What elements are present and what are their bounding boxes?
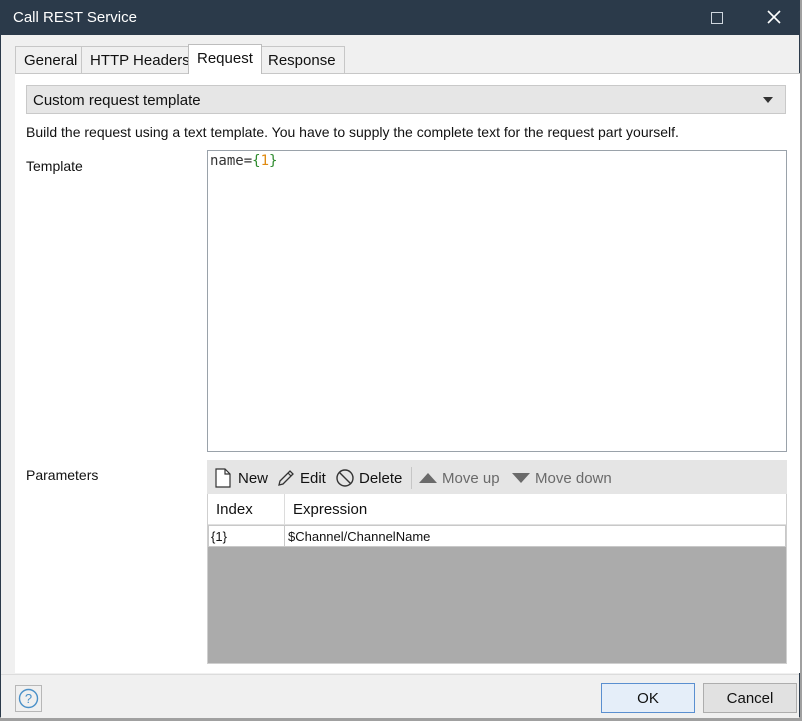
cancel-button[interactable]: Cancel [703, 683, 797, 713]
move-up-button[interactable]: Move up [418, 466, 506, 490]
dialog-footer: ? OK Cancel [1, 674, 799, 718]
parameters-toolbar: New Edit Delete Move up Move down [207, 460, 787, 494]
help-button[interactable]: ? [15, 685, 42, 712]
edit-button[interactable]: Edit [276, 466, 330, 490]
template-param-number: 1 [260, 153, 270, 169]
request-mode-value: Custom request template [33, 92, 201, 109]
request-mode-dropdown[interactable]: Custom request template [26, 85, 786, 114]
tab-request[interactable]: Request [188, 44, 262, 74]
help-icon: ? [18, 688, 39, 709]
maximize-icon[interactable] [711, 12, 723, 24]
parameters-label: Parameters [26, 467, 99, 483]
new-document-icon [215, 468, 231, 488]
grid-header: Index Expression [208, 494, 786, 525]
tab-http-headers[interactable]: HTTP Headers [81, 46, 199, 74]
parameters-grid[interactable]: Index Expression {1} $Channel/ChannelNam… [207, 494, 787, 664]
tab-general[interactable]: General [15, 46, 87, 74]
request-panel: Custom request template Build the reques… [15, 73, 800, 673]
window-title: Call REST Service [13, 9, 137, 26]
tab-response[interactable]: Response [259, 46, 345, 74]
row-index-cell: {1} [209, 526, 285, 546]
pencil-icon [278, 470, 294, 486]
template-label: Template [26, 158, 83, 174]
triangle-up-icon [419, 473, 437, 483]
column-header-index[interactable]: Index [208, 494, 285, 525]
prohibited-icon [336, 469, 354, 487]
ok-button[interactable]: OK [601, 683, 695, 713]
table-row[interactable]: {1} $Channel/ChannelName [208, 525, 786, 547]
template-editor[interactable]: name={1} [207, 150, 787, 452]
move-down-button[interactable]: Move down [511, 466, 621, 490]
edit-label: Edit [300, 470, 326, 487]
chevron-down-icon [763, 97, 773, 103]
template-brace-close: } [269, 153, 278, 169]
close-icon[interactable] [766, 9, 782, 25]
move-down-label: Move down [535, 470, 612, 487]
title-bar: Call REST Service [1, 1, 799, 35]
triangle-down-icon [512, 473, 530, 483]
svg-text:?: ? [25, 691, 32, 706]
template-text-name: name= [210, 153, 253, 169]
template-brace-open: { [252, 153, 261, 169]
new-label: New [238, 470, 269, 487]
move-up-label: Move up [442, 470, 500, 487]
request-description: Build the request using a text template.… [26, 124, 679, 140]
delete-label: Delete [359, 470, 403, 487]
call-rest-service-dialog: Call REST Service General HTTP Headers R… [0, 0, 800, 718]
toolbar-separator [411, 467, 412, 489]
row-expression-cell: $Channel/ChannelName [288, 529, 431, 544]
delete-button[interactable]: Delete [335, 466, 405, 490]
new-button[interactable]: New [214, 466, 270, 490]
column-header-expression[interactable]: Expression [285, 494, 785, 525]
